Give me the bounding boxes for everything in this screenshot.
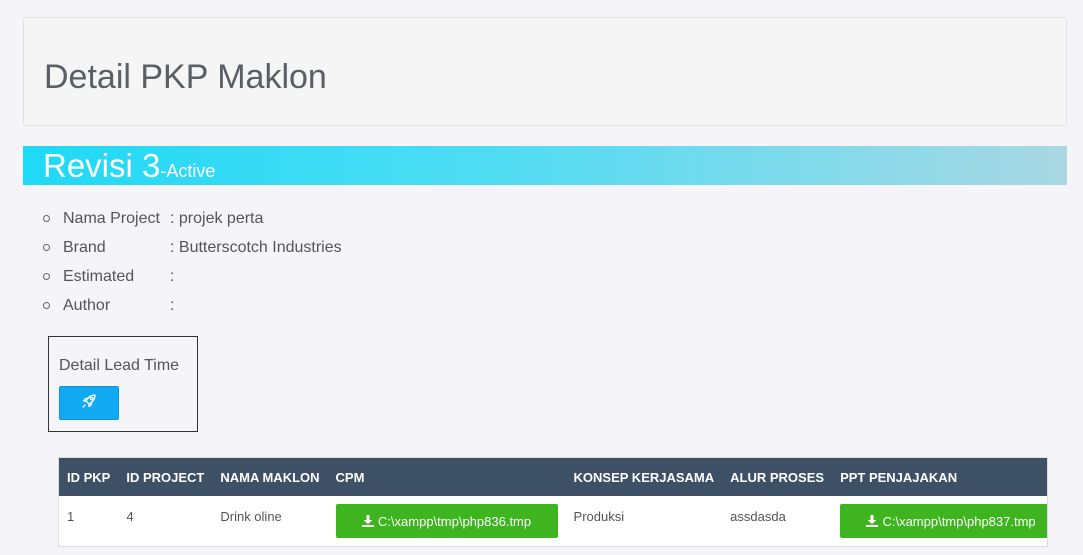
lead-time-button[interactable] xyxy=(59,386,119,420)
revision-status: -Active xyxy=(160,161,216,181)
lead-time-title: Detail Lead Time xyxy=(59,357,180,374)
column-header: PPT PENJAJAKAN xyxy=(840,469,958,485)
info-item-brand: Brand : Butterscotch Industries xyxy=(43,233,342,262)
download-icon xyxy=(866,515,879,527)
rocket-icon xyxy=(81,393,97,414)
column-header: ID PKP xyxy=(67,469,111,485)
cpm-file-name: C:\xampp\tmp\php836.tmp xyxy=(377,513,532,529)
info-label: Estimated xyxy=(63,267,135,285)
info-item-author: Author : xyxy=(43,291,342,320)
info-value: : xyxy=(170,267,175,285)
project-info-list: Nama Project : projek perta Brand : Butt… xyxy=(43,204,342,320)
cell-ppt: C:\xampp\tmp\php837.tmp xyxy=(832,496,1047,546)
cell-nama-maklon: Drink oline xyxy=(220,509,282,524)
download-icon xyxy=(361,515,374,527)
info-value: : xyxy=(170,296,175,314)
bullet-icon xyxy=(43,302,50,309)
page-title: Detail PKP Maklon xyxy=(44,58,327,96)
info-label: Author xyxy=(63,296,111,314)
cpm-download-button[interactable]: C:\xampp\tmp\php836.tmp xyxy=(335,504,558,538)
cell-id-project: 4 xyxy=(126,509,134,524)
ppt-download-button[interactable]: C:\xampp\tmp\php837.tmp xyxy=(840,504,1047,538)
pkp-table: ID PKP ID PROJECT NAMA MAKLON CPM KONSEP… xyxy=(58,457,1048,547)
revision-label: Revisi 3 xyxy=(43,147,161,184)
cell-alur: assdasda xyxy=(730,509,786,524)
info-label: Nama Project xyxy=(63,209,160,227)
column-header: KONSEP KERJASAMA xyxy=(573,469,715,485)
table-row: 1 4 Drink oline C:\xampp\tmp\php836.tmp … xyxy=(59,496,1047,546)
column-header: CPM xyxy=(335,469,365,485)
page-header: Detail PKP Maklon xyxy=(23,17,1067,126)
cell-cpm: C:\xampp\tmp\php836.tmp xyxy=(328,496,566,546)
column-header: ALUR PROSES xyxy=(730,469,825,485)
revision-banner: Revisi 3-Active xyxy=(23,146,1067,185)
column-header: NAMA MAKLON xyxy=(220,469,320,485)
table-header-row: ID PKP ID PROJECT NAMA MAKLON CPM KONSEP… xyxy=(59,458,1047,496)
column-header: ID PROJECT xyxy=(126,469,205,485)
cell-konsep: Produksi xyxy=(573,509,625,524)
info-value: : Butterscotch Industries xyxy=(170,238,342,256)
info-label: Brand xyxy=(63,238,106,256)
info-item-nama-project: Nama Project : projek perta xyxy=(43,204,342,233)
bullet-icon xyxy=(43,273,50,280)
ppt-file-name: C:\xampp\tmp\php837.tmp xyxy=(882,513,1036,529)
bullet-icon xyxy=(43,215,50,222)
info-value: : projek perta xyxy=(170,209,264,227)
info-item-estimated: Estimated : xyxy=(43,262,342,291)
bullet-icon xyxy=(43,244,50,251)
cell-id-pkp: 1 xyxy=(67,509,75,524)
lead-time-box: Detail Lead Time xyxy=(48,336,198,432)
